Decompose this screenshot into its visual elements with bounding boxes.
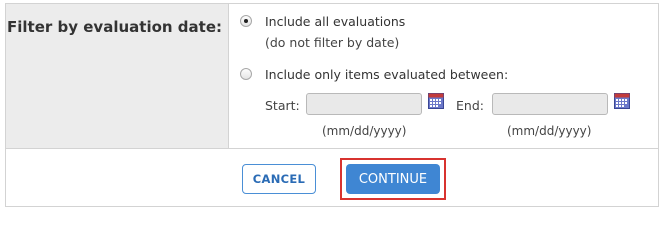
end-date-format: (mm/dd/yyyy) (507, 124, 592, 138)
end-label: End: (456, 98, 484, 113)
cancel-button[interactable]: CANCEL (242, 164, 316, 194)
calendar-icon[interactable] (428, 93, 444, 109)
radio-selected-dot (244, 19, 248, 23)
radio-all-evaluations[interactable] (240, 15, 252, 27)
action-bar: CANCEL CONTINUE (6, 149, 658, 206)
continue-button[interactable]: CONTINUE (346, 164, 440, 194)
filter-label: Filter by evaluation date: (7, 18, 222, 36)
filter-label-cell: Filter by evaluation date: (6, 4, 229, 148)
option-all-sublabel: (do not filter by date) (265, 35, 400, 50)
filter-panel: Filter by evaluation date: Include all e… (5, 3, 659, 207)
start-label: Start: (265, 98, 300, 113)
filter-options: Include all evaluations (do not filter b… (230, 4, 658, 148)
option-range-label: Include only items evaluated between: (265, 67, 509, 82)
calendar-icon[interactable] (614, 93, 630, 109)
radio-date-range[interactable] (240, 68, 252, 80)
end-date-input[interactable] (492, 93, 608, 115)
start-date-input[interactable] (306, 93, 422, 115)
option-all-label: Include all evaluations (265, 14, 406, 29)
start-date-format: (mm/dd/yyyy) (322, 124, 407, 138)
continue-highlight: CONTINUE (340, 158, 446, 200)
filter-row: Filter by evaluation date: Include all e… (6, 4, 658, 149)
